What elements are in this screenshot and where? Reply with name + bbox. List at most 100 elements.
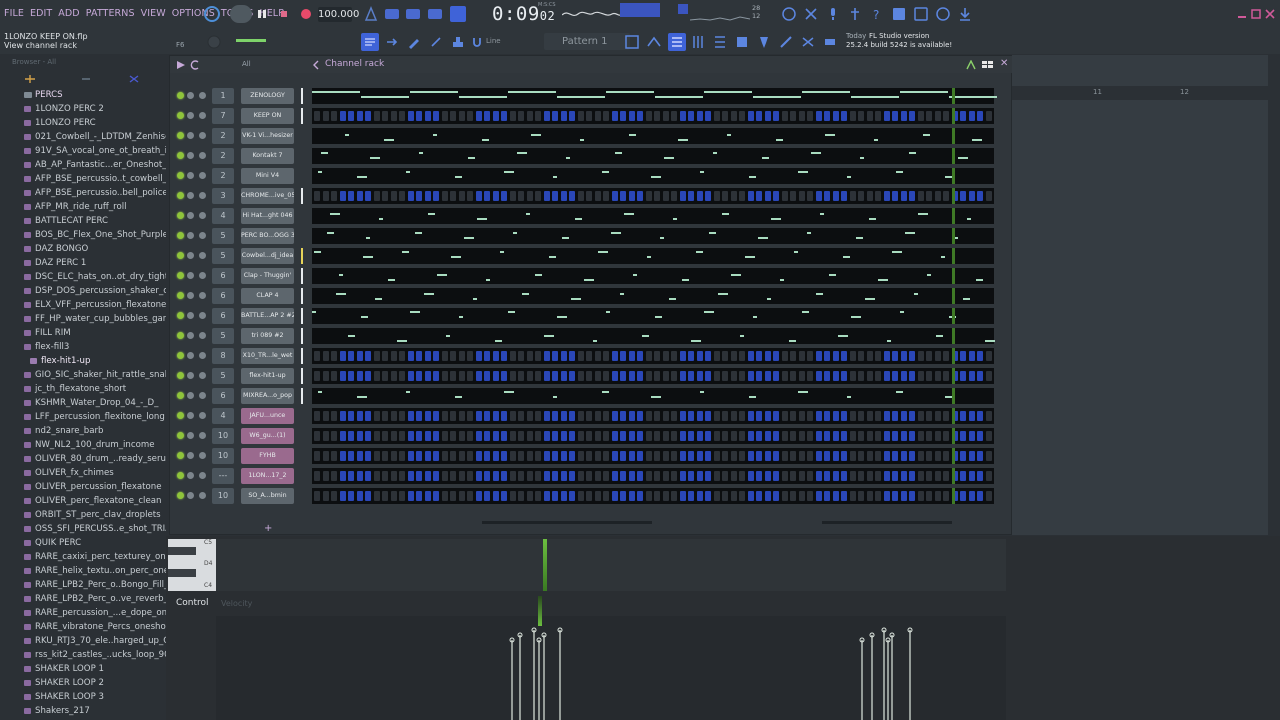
step-button[interactable] [960,191,966,201]
channel-row[interactable]: 10 SO_A...bmin [170,486,1013,506]
step-button[interactable] [798,471,805,481]
step-button[interactable] [594,371,601,381]
channel-volume-knob[interactable] [199,192,206,199]
step-button[interactable] [713,491,720,501]
rack-view-icon[interactable] [312,60,322,70]
step-button[interactable] [875,411,881,421]
step-button[interactable] [424,351,431,361]
step-button[interactable] [603,351,609,361]
step-button[interactable] [832,111,839,121]
browser-item[interactable]: OLIVER_percussion_flexatone [0,480,166,494]
step-button[interactable] [314,431,320,441]
step-button[interactable] [790,491,796,501]
step-button[interactable] [458,411,465,421]
step-button[interactable] [314,111,320,121]
news-title[interactable]: FL Studio version [869,32,929,40]
step-button[interactable] [849,111,856,121]
step-button[interactable] [841,471,847,481]
step-button[interactable] [331,111,337,121]
step-button[interactable] [594,351,601,361]
step-button[interactable] [730,191,737,201]
step-button[interactable] [467,451,473,461]
step-button[interactable] [900,111,907,121]
channel-pan-knob[interactable] [187,152,194,159]
step-button[interactable] [348,451,354,461]
step-button[interactable] [586,431,592,441]
step-button[interactable] [696,471,703,481]
step-button[interactable] [705,351,711,361]
browser-item[interactable]: LFF_percussion_flexitone_long [0,410,166,424]
step-button[interactable] [645,191,652,201]
browser-item[interactable]: SHAKER LOOP 1 [0,662,166,676]
channel-pattern[interactable] [312,168,994,184]
step-button[interactable] [960,351,966,361]
step-button[interactable] [492,371,499,381]
step-button[interactable] [331,491,337,501]
step-sequencer-icon[interactable] [646,34,662,50]
step-button[interactable] [926,411,932,421]
step-button[interactable] [399,471,405,481]
channel-mute-led[interactable] [177,232,184,239]
step-button[interactable] [722,351,728,361]
step-button[interactable] [730,431,737,441]
step-button[interactable] [926,351,932,361]
step-button[interactable] [756,471,762,481]
step-button[interactable] [424,471,431,481]
step-button[interactable] [569,411,575,421]
step-button[interactable] [696,411,703,421]
step-button[interactable] [679,371,686,381]
step-button[interactable] [883,471,890,481]
browser-item[interactable]: jc_th_flexatone_short [0,382,166,396]
step-button[interactable] [662,431,669,441]
menu-view[interactable]: VIEW [141,8,166,19]
step-button[interactable] [773,491,779,501]
step-button[interactable] [382,111,388,121]
step-button[interactable] [603,451,609,461]
step-button[interactable] [586,371,592,381]
step-button[interactable] [968,451,975,461]
step-button[interactable] [832,431,839,441]
step-button[interactable] [492,111,499,121]
channel-pattern[interactable] [312,128,994,144]
step-button[interactable] [518,471,524,481]
step-button[interactable] [679,471,686,481]
step-button[interactable] [373,111,380,121]
step-button[interactable] [883,431,890,441]
step-button[interactable] [858,491,864,501]
step-button[interactable] [560,491,567,501]
channel-volume-knob[interactable] [199,112,206,119]
step-button[interactable] [314,451,320,461]
channel-pan-knob[interactable] [187,112,194,119]
channel-pan-knob[interactable] [187,372,194,379]
step-button[interactable] [977,411,983,421]
step-button[interactable] [569,191,575,201]
channel-mixer-track[interactable]: 8 [212,348,234,364]
step-button[interactable] [577,491,584,501]
step-button[interactable] [416,451,422,461]
browser-item[interactable]: DSP_DOS_percussion_shaker_clean [0,284,166,298]
browser-item[interactable]: AFP_BSE_percussio..bell_police_light [0,186,166,200]
step-button[interactable] [620,351,626,361]
channel-mixer-track[interactable]: 10 [212,448,234,464]
step-button[interactable] [501,371,507,381]
step-button[interactable] [433,431,439,441]
step-button[interactable] [441,431,448,441]
step-button[interactable] [671,371,677,381]
step-button[interactable] [926,431,932,441]
step-button[interactable] [985,451,992,461]
step-button[interactable] [662,111,669,121]
step-button[interactable] [968,411,975,421]
channel-pan-knob[interactable] [187,252,194,259]
step-button[interactable] [331,371,337,381]
news-body[interactable]: 25.2.4 build 5242 is available! [846,41,952,49]
step-button[interactable] [560,451,567,461]
step-button[interactable] [858,471,864,481]
add-channel-button[interactable]: + [264,523,272,534]
step-button[interactable] [365,431,371,441]
pencil-icon[interactable] [406,34,422,50]
channel-row[interactable]: 5 Cowbel...dj_idea [170,246,1013,266]
download-icon[interactable] [957,6,973,22]
step-button[interactable] [764,451,771,461]
step-button[interactable] [798,451,805,461]
step-button[interactable] [382,191,388,201]
